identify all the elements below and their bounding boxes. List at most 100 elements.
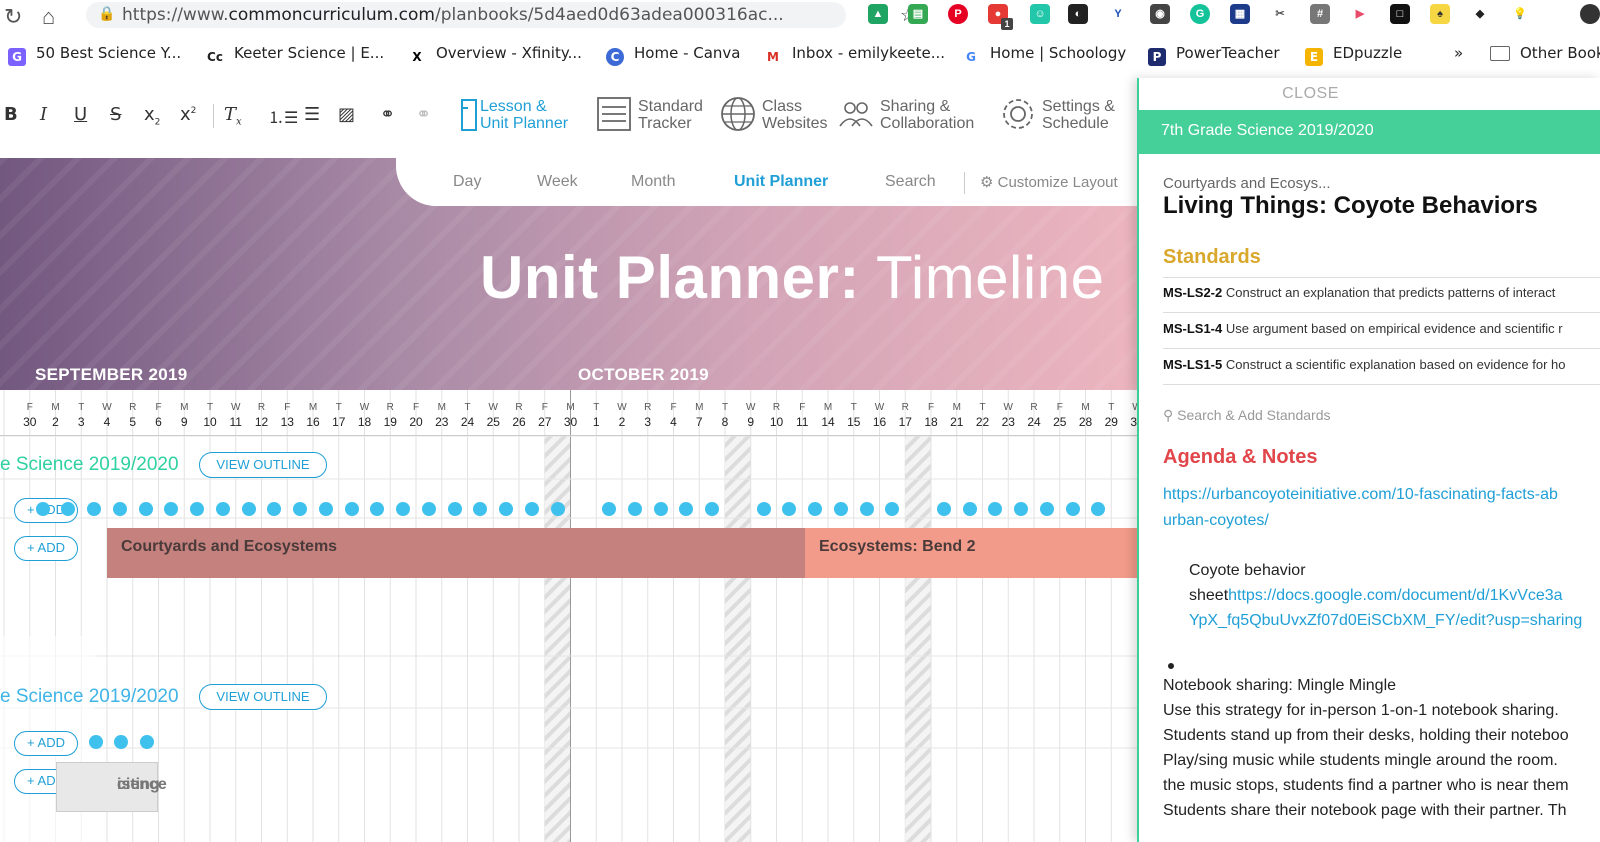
- lesson-dot[interactable]: [550, 502, 565, 516]
- course-title[interactable]: e Science 2019/2020: [0, 454, 179, 476]
- unit-bar[interactable]: isting cience: [56, 762, 167, 812]
- bookmark-item[interactable]: G 50 Best Science Y...: [8, 44, 181, 66]
- lesson-dot[interactable]: [1039, 502, 1054, 516]
- subscript-icon[interactable]: x2: [144, 104, 160, 128]
- extension-icon[interactable]: ▶: [1350, 4, 1370, 24]
- doc-link[interactable]: https://docs.google.com/document/d/1KvVc…: [1228, 587, 1562, 604]
- extension-icon[interactable]: #: [1310, 4, 1330, 24]
- lesson-dot[interactable]: [140, 735, 154, 749]
- standard-item[interactable]: MS-LS2-2 Construct an explanation that p…: [1163, 285, 1555, 300]
- home-icon[interactable]: ⌂: [42, 4, 55, 30]
- tool-class-websites[interactable]: Class Websites: [720, 96, 830, 136]
- view-outline-button[interactable]: VIEW OUTLINE: [199, 452, 327, 478]
- numbered-list-icon[interactable]: ⒈☰: [268, 104, 298, 128]
- profile-avatar[interactable]: [1580, 4, 1600, 24]
- lesson-dot[interactable]: [114, 735, 128, 749]
- extension-icon[interactable]: ● 1: [988, 4, 1013, 30]
- bookmark-favicon: G: [962, 48, 980, 66]
- bookmark-item[interactable]: G Home | Schoology: [962, 44, 1126, 66]
- grammarly-icon[interactable]: G: [1190, 4, 1210, 24]
- scissors-icon[interactable]: ✂: [1270, 4, 1290, 24]
- lightbulb-icon[interactable]: 💡: [1510, 4, 1530, 24]
- tab-month[interactable]: Month: [631, 173, 675, 191]
- standard-item[interactable]: MS-LS1-5 Construct a scientific explanat…: [1163, 357, 1566, 372]
- lesson-dot[interactable]: [833, 502, 848, 516]
- tool-lesson-unit-planner[interactable]: Lesson & Unit Planner: [458, 96, 583, 136]
- lesson-dot[interactable]: [318, 502, 333, 516]
- bookmarks-overflow-button[interactable]: »: [1454, 44, 1463, 62]
- unit-bar[interactable]: Courtyards and Ecosystems: [107, 528, 805, 578]
- image-icon[interactable]: ▨: [338, 104, 355, 125]
- lesson-dot[interactable]: [89, 735, 103, 749]
- bulleted-list-icon[interactable]: ☰: [304, 104, 320, 125]
- breadcrumb[interactable]: Courtyards and Ecosys...: [1163, 175, 1331, 192]
- search-standards-input[interactable]: ⚲ Search & Add Standards: [1163, 407, 1330, 424]
- page-title: Unit Planner: Timeline: [480, 244, 1105, 311]
- pinterest-icon[interactable]: P: [948, 4, 968, 24]
- tab-unit-planner[interactable]: Unit Planner: [734, 173, 828, 191]
- extension-icon[interactable]: ☺: [1030, 4, 1050, 24]
- close-button[interactable]: CLOSE: [1079, 78, 1542, 110]
- day-column-header: M7: [674, 390, 703, 436]
- lesson-dot[interactable]: [241, 502, 256, 516]
- lesson-dot[interactable]: [112, 502, 127, 516]
- lesson-dot[interactable]: [138, 502, 153, 516]
- unlink-icon[interactable]: ⚭: [416, 104, 431, 125]
- lesson-dot[interactable]: [962, 502, 977, 516]
- strikethrough-icon[interactable]: S: [110, 104, 121, 125]
- sheets-extension-icon[interactable]: ▤: [908, 4, 928, 24]
- resource-link[interactable]: https://urbancoyoteinitiative.com/10-fas…: [1163, 482, 1558, 534]
- globe-icon: [721, 97, 755, 131]
- add-unit-button[interactable]: + ADD: [14, 536, 78, 561]
- lesson-dot[interactable]: [524, 502, 539, 516]
- google-drive-icon[interactable]: ▲: [868, 4, 888, 24]
- url-text: https://www.commoncurriculum.com/planboo…: [122, 5, 784, 25]
- lesson-dot[interactable]: [653, 502, 668, 516]
- doc-link[interactable]: YpX_fq5QbuUvxZf07d0EiSCbXM_FY/edit?usp=s…: [1189, 612, 1582, 629]
- reload-icon[interactable]: ↻: [4, 4, 22, 30]
- lesson-dot[interactable]: [936, 502, 951, 516]
- superscript-icon[interactable]: x2: [180, 104, 196, 125]
- tool-sharing-collaboration[interactable]: Sharing & Collaboration: [838, 96, 983, 136]
- day-column-header: T 15: [828, 390, 860, 436]
- tool-standard-tracker[interactable]: Standard Tracker: [596, 96, 706, 136]
- unit-bar[interactable]: Ecosystems: Bend 2: [805, 528, 1137, 578]
- bookmark-item[interactable]: Cc Keeter Science | E...: [206, 44, 384, 66]
- standard-item[interactable]: MS-LS1-4 Use argument based on empirical…: [1163, 321, 1563, 336]
- bookmark-item[interactable]: C Home - Canva: [606, 44, 741, 66]
- bold-icon[interactable]: B: [4, 104, 18, 125]
- lesson-dot[interactable]: [859, 502, 874, 516]
- course-title[interactable]: e Science 2019/2020: [0, 686, 179, 708]
- add-lesson-button[interactable]: + ADD: [14, 731, 78, 756]
- extension-icon[interactable]: ◐: [1068, 4, 1088, 24]
- italic-icon[interactable]: I: [40, 104, 47, 125]
- bookmark-item[interactable]: M Inbox - emilykeete...: [764, 44, 945, 66]
- extension-icon[interactable]: Y: [1108, 4, 1128, 24]
- lesson-dot[interactable]: [35, 502, 50, 516]
- customize-layout-button[interactable]: ⚙ Customize Layout: [980, 173, 1118, 191]
- tab-week[interactable]: Week: [537, 173, 578, 191]
- lesson-dot[interactable]: [447, 502, 462, 516]
- lesson-dot[interactable]: [1065, 502, 1080, 516]
- extension-icon[interactable]: ◆: [1470, 4, 1490, 24]
- address-bar[interactable]: 🔒 https://www.commoncurriculum.com/planb…: [86, 2, 916, 28]
- underline-icon[interactable]: U: [74, 104, 87, 125]
- view-outline-button[interactable]: VIEW OUTLINE: [199, 684, 327, 710]
- tab-day[interactable]: Day: [453, 173, 481, 191]
- other-bookmarks-folder[interactable]: Other Book: [1490, 44, 1600, 62]
- lesson-dot[interactable]: [344, 502, 359, 516]
- bookmark-item[interactable]: P PowerTeacher: [1148, 44, 1280, 66]
- lesson-dot[interactable]: [756, 502, 771, 516]
- bookmark-item[interactable]: X Overview - Xfinity...: [408, 44, 582, 66]
- lesson-dot[interactable]: [627, 502, 642, 516]
- extension-icon[interactable]: ◉: [1150, 4, 1170, 24]
- tab-search[interactable]: Search: [885, 173, 936, 191]
- clear-formatting-icon[interactable]: Tx: [224, 104, 242, 128]
- extension-icon[interactable]: ▦: [1230, 4, 1250, 24]
- bookmark-item[interactable]: E EDpuzzle: [1305, 44, 1402, 66]
- lesson-dot[interactable]: [215, 502, 230, 516]
- link-icon[interactable]: ⚭: [380, 104, 395, 125]
- extension-icon[interactable]: ♠: [1430, 4, 1450, 24]
- lesson-dot[interactable]: [421, 502, 436, 516]
- extension-icon[interactable]: □: [1390, 4, 1410, 24]
